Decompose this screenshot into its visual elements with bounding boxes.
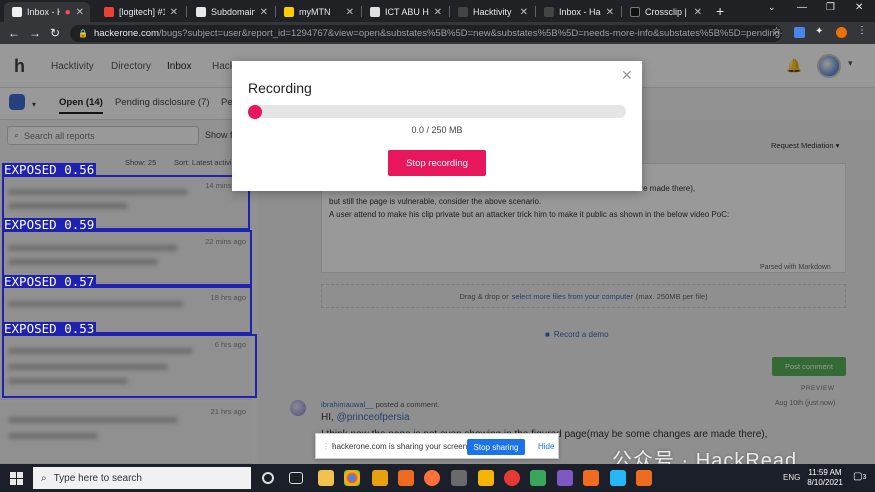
close-icon[interactable]: ✕ bbox=[621, 67, 633, 84]
browser-tab[interactable]: Subdomain F ✕ bbox=[188, 2, 274, 22]
chrome-icon[interactable] bbox=[344, 470, 360, 486]
taskbar-clock[interactable]: 11:59 AM 8/10/2021 bbox=[803, 468, 847, 488]
address-bar[interactable]: 🔒 hackerone.com/bugs?subject=user&report… bbox=[70, 25, 782, 42]
firefox-icon[interactable] bbox=[424, 470, 440, 486]
minimize-icon[interactable]: — bbox=[797, 2, 807, 13]
progress-knob bbox=[248, 105, 262, 119]
detection-label: EXPOSED 0.57 bbox=[2, 274, 97, 289]
detection-box bbox=[2, 334, 257, 398]
screen-share-bar: ⋮⋮ hackerone.com is sharing your screen.… bbox=[315, 433, 559, 459]
tab-search-icon[interactable]: ⌄ bbox=[768, 2, 776, 13]
search-icon: ⌕ bbox=[41, 472, 47, 484]
tab-close-icon[interactable]: ✕ bbox=[346, 7, 354, 18]
app-icon[interactable] bbox=[451, 470, 467, 486]
app-icon[interactable] bbox=[372, 470, 388, 486]
mtn-favicon-icon bbox=[284, 7, 294, 17]
tab-close-icon[interactable]: ✕ bbox=[606, 7, 614, 18]
hide-button[interactable]: Hide bbox=[538, 442, 554, 451]
opera-icon[interactable] bbox=[504, 470, 520, 486]
detection-label: EXPOSED 0.53 bbox=[2, 321, 97, 336]
bookmark-star-icon[interactable]: ☆ bbox=[772, 26, 783, 37]
browser-tab[interactable]: [logitech] #12 ✕ bbox=[96, 2, 184, 22]
app-icon[interactable] bbox=[478, 470, 494, 486]
lock-icon: 🔒 bbox=[78, 29, 88, 38]
profile-avatar[interactable] bbox=[836, 27, 847, 38]
page-favicon-icon bbox=[370, 7, 380, 17]
language-indicator[interactable]: ENG bbox=[783, 473, 800, 482]
app-icon[interactable] bbox=[530, 470, 546, 486]
file-explorer-icon[interactable] bbox=[318, 470, 334, 486]
taskbar-search-input[interactable]: ⌕ Type here to search bbox=[33, 467, 251, 489]
browser-tab[interactable]: Hacktivity ✕ bbox=[450, 2, 534, 22]
back-arrow-icon[interactable]: ← bbox=[8, 26, 20, 40]
crossclip-favicon-icon bbox=[630, 7, 640, 17]
detection-label: EXPOSED 0.56 bbox=[2, 162, 97, 177]
dialog-title: Recording bbox=[248, 80, 312, 96]
browser-tab[interactable]: Crossclip | Th ✕ bbox=[622, 2, 708, 22]
app-icon[interactable] bbox=[557, 470, 573, 486]
url-host: hackerone.com bbox=[93, 28, 159, 39]
windows-start-icon[interactable] bbox=[10, 472, 23, 485]
windows-taskbar: ⌕ Type here to search ENG 11:59 AM 8/10/… bbox=[0, 464, 875, 492]
gmail-favicon-icon bbox=[104, 7, 114, 17]
kebab-menu-icon[interactable]: ⋮ bbox=[857, 25, 868, 36]
restore-icon[interactable]: ❐ bbox=[826, 2, 835, 13]
browser-tab-strip: Inbox - H ● ✕ [logitech] #12 ✕ Subdomain… bbox=[0, 0, 875, 22]
tab-close-icon[interactable]: ✕ bbox=[520, 7, 528, 18]
reload-icon[interactable]: ↻ bbox=[50, 26, 60, 40]
hackerone-favicon-icon bbox=[544, 7, 554, 17]
window-close-icon[interactable]: ✕ bbox=[855, 2, 863, 13]
url-path: /bugs?subject=user&report_id=1294767&vie… bbox=[158, 28, 782, 39]
hackerone-favicon-icon bbox=[12, 7, 22, 17]
app-icon[interactable] bbox=[583, 470, 599, 486]
tab-close-icon[interactable]: ✕ bbox=[170, 7, 178, 18]
browser-toolbar: ← → ↻ 🔒 hackerone.com/bugs?subject=user&… bbox=[0, 22, 875, 44]
browser-tab[interactable]: ICT ABU HOT ✕ bbox=[362, 2, 448, 22]
browser-tab[interactable]: myMTN ✕ bbox=[276, 2, 360, 22]
recording-dot-icon: ● bbox=[64, 6, 71, 18]
recording-dialog: Recording ✕ 0.0 / 250 MB Stop recording bbox=[232, 61, 642, 191]
app-icon[interactable] bbox=[398, 470, 414, 486]
browser-tab[interactable]: Inbox - H ● ✕ bbox=[4, 2, 90, 22]
tab-close-icon[interactable]: ✕ bbox=[434, 7, 442, 18]
tab-close-icon[interactable]: ✕ bbox=[76, 7, 84, 18]
translate-extension-icon[interactable] bbox=[794, 27, 805, 38]
app-icon[interactable] bbox=[636, 470, 652, 486]
recording-size: 0.0 / 250 MB bbox=[411, 125, 463, 135]
extensions-puzzle-icon[interactable]: ✦ bbox=[815, 26, 826, 37]
notification-icon[interactable]: ▢3 bbox=[853, 471, 866, 482]
stop-sharing-button[interactable]: Stop sharing bbox=[467, 439, 525, 455]
cortana-icon[interactable] bbox=[262, 472, 274, 484]
stop-recording-button[interactable]: Stop recording bbox=[388, 150, 486, 176]
detection-label: EXPOSED 0.59 bbox=[2, 217, 97, 232]
new-tab-icon[interactable]: + bbox=[716, 3, 724, 19]
tab-close-icon[interactable]: ✕ bbox=[260, 7, 268, 18]
forward-arrow-icon[interactable]: → bbox=[29, 26, 41, 40]
recording-progress-bar bbox=[248, 105, 626, 119]
tab-close-icon[interactable]: ✕ bbox=[694, 7, 702, 18]
app-icon[interactable] bbox=[610, 470, 626, 486]
task-view-icon[interactable] bbox=[289, 472, 303, 484]
browser-tab[interactable]: Inbox - Hack ✕ bbox=[536, 2, 620, 22]
subdomain-favicon-icon bbox=[196, 7, 206, 17]
hackerone-favicon-icon bbox=[458, 7, 468, 17]
